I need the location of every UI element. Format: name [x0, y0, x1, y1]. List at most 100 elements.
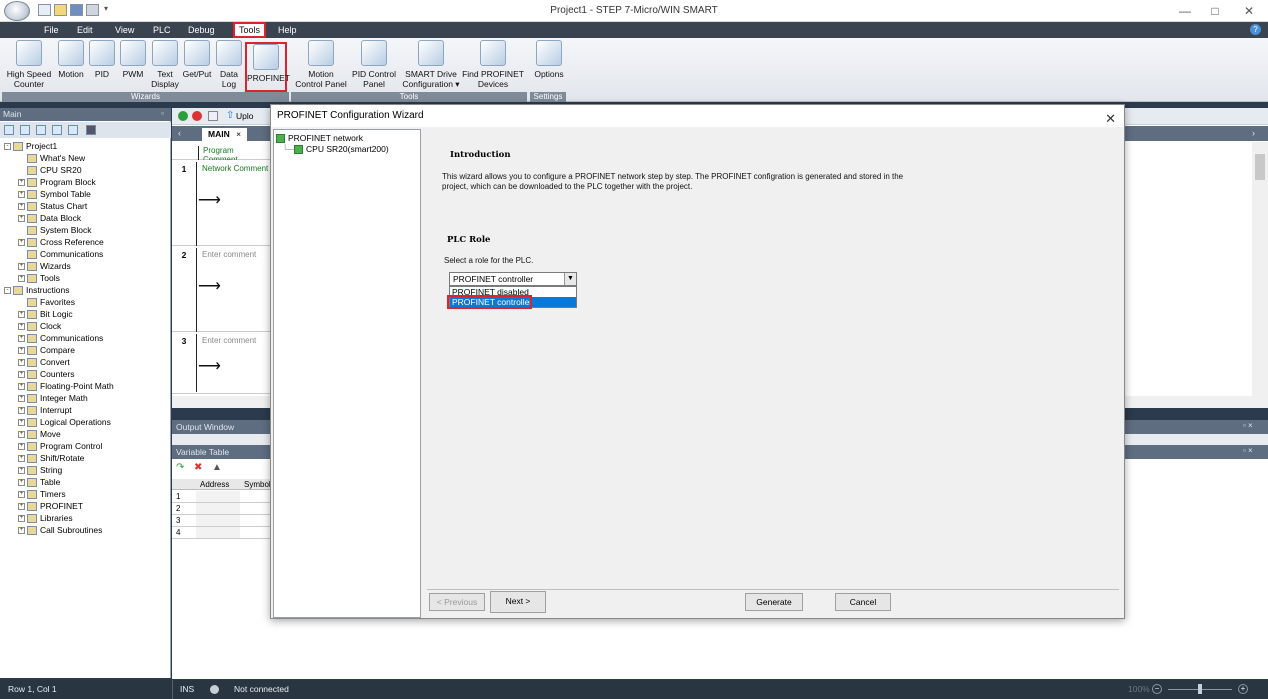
expander-icon[interactable]: + [18, 191, 25, 199]
tree-item[interactable]: + Compare [0, 344, 75, 356]
smart-drive-configuration-button[interactable]: SMART Drive Configuration ▾ [402, 40, 460, 89]
tab-scroll-left-icon[interactable]: ‹ [178, 128, 181, 138]
tree-tool-icon[interactable] [52, 125, 62, 135]
tree-item[interactable]: + Communications [0, 332, 103, 344]
network-comment[interactable]: Network Comment [202, 164, 268, 173]
generate-button[interactable]: Generate [745, 593, 803, 611]
tree-item[interactable]: + Bit Logic [0, 308, 73, 320]
expander-icon[interactable]: + [18, 503, 25, 511]
tree-item[interactable]: + PROFINET [0, 500, 83, 512]
tree-item[interactable]: Communications [0, 248, 103, 260]
pid-button[interactable]: PID [88, 40, 116, 80]
dropdown-arrow-icon[interactable]: ▼ [564, 273, 576, 285]
plc-role-select[interactable]: PROFINET controller ▼ [449, 272, 577, 286]
menu-view[interactable]: View [111, 24, 138, 36]
menu-tools[interactable]: Tools [233, 22, 267, 38]
tree-item[interactable]: Favorites [0, 296, 75, 308]
next-button[interactable]: Next > [490, 591, 546, 613]
cancel-button[interactable]: Cancel [835, 593, 891, 611]
expander-icon[interactable]: + [18, 275, 25, 283]
table-row[interactable]: 3 [172, 515, 272, 527]
expander-icon[interactable]: - [4, 287, 11, 295]
computer-icon[interactable] [86, 125, 96, 135]
menu-edit[interactable]: Edit [73, 24, 97, 36]
expander-icon[interactable]: + [18, 527, 25, 535]
scrollbar-thumb[interactable] [1255, 154, 1265, 180]
network-1[interactable]: 1 Network Comment ⟶ [172, 160, 270, 246]
pin-icon[interactable]: ▫ [161, 109, 164, 118]
output-window-controls-icon[interactable]: ▫ × [1243, 421, 1253, 430]
pwm-button[interactable]: PWM [118, 40, 148, 80]
menu-debug[interactable]: Debug [184, 24, 219, 36]
options-button[interactable]: Options [532, 40, 566, 80]
tree-item[interactable]: - Project1 [0, 140, 57, 152]
table-cell[interactable] [196, 503, 240, 514]
table-cell[interactable] [196, 515, 240, 526]
find-profinet-devices-button[interactable]: Find PROFINET Devices [462, 40, 524, 89]
dialog-close-icon[interactable]: ✕ [1105, 108, 1116, 130]
expander-icon[interactable]: + [18, 443, 25, 451]
zoom-slider-thumb[interactable] [1198, 684, 1202, 694]
table-row[interactable]: 4 [172, 527, 272, 539]
expander-icon[interactable]: + [18, 491, 25, 499]
tab-main[interactable]: MAIN × [202, 128, 248, 141]
network-2[interactable]: 2 Enter comment ⟶ [172, 246, 270, 332]
expander-icon[interactable]: + [18, 203, 25, 211]
expander-icon[interactable]: + [18, 215, 25, 223]
tree-item[interactable]: + Data Block [0, 212, 81, 224]
tree-item[interactable]: + Timers [0, 488, 66, 500]
expander-icon[interactable]: + [18, 335, 25, 343]
tree-item[interactable]: + Shift/Rotate [0, 452, 84, 464]
expander-icon[interactable]: + [18, 455, 25, 463]
tree-item[interactable]: + Tools [0, 272, 60, 284]
compile-icon[interactable] [208, 111, 218, 121]
text-display-button[interactable]: Text Display [150, 40, 180, 89]
menu-plc[interactable]: PLC [149, 24, 175, 36]
tree-item[interactable]: + Table [0, 476, 60, 488]
tree-tool-icon[interactable] [36, 125, 46, 135]
minimize-icon[interactable]: — [1170, 2, 1200, 20]
tree-item[interactable]: + Call Subroutines [0, 524, 102, 536]
tree-item[interactable]: + Clock [0, 320, 61, 332]
network-comment[interactable]: Enter comment [202, 250, 256, 259]
zoom-in-icon[interactable]: + [1238, 684, 1248, 694]
expander-icon[interactable]: + [18, 467, 25, 475]
tree-item[interactable]: + Cross Reference [0, 236, 104, 248]
expander-icon[interactable]: + [18, 395, 25, 403]
zoom-out-icon[interactable]: − [1152, 684, 1162, 694]
table-tool-icon[interactable]: ▲ [212, 462, 222, 473]
help-icon[interactable]: ? [1250, 24, 1261, 35]
network-3[interactable]: 3 Enter comment ⟶ [172, 332, 270, 394]
expander-icon[interactable]: + [18, 383, 25, 391]
tree-item[interactable]: + Status Chart [0, 200, 87, 212]
expander-icon[interactable]: + [18, 263, 25, 271]
tree-item-cpu[interactable]: └─ CPU SR20(smart200) [282, 144, 389, 155]
table-row[interactable]: 2 [172, 503, 272, 515]
close-icon[interactable]: ✕ [1234, 2, 1264, 20]
motion-button[interactable]: Motion [55, 40, 87, 80]
tree-item[interactable]: CPU SR20 [0, 164, 82, 176]
tree-tool-icon[interactable] [68, 125, 78, 135]
tab-scroll-right-icon[interactable]: › [1252, 128, 1255, 138]
tree-item[interactable]: + Symbol Table [0, 188, 91, 200]
expander-icon[interactable]: + [18, 323, 25, 331]
tree-item[interactable]: + String [0, 464, 62, 476]
tree-item[interactable]: + Interrupt [0, 404, 72, 416]
network-comment[interactable]: Enter comment [202, 336, 256, 345]
expander-icon[interactable]: + [18, 419, 25, 427]
expander-icon[interactable]: + [18, 515, 25, 523]
tree-item[interactable]: + Floating-Point Math [0, 380, 114, 392]
maximize-icon[interactable]: □ [1200, 2, 1230, 20]
vertical-scrollbar[interactable] [1252, 142, 1268, 396]
tab-close-icon[interactable]: × [236, 129, 241, 139]
tree-item[interactable]: + Wizards [0, 260, 71, 272]
tree-tool-icon[interactable] [20, 125, 30, 135]
table-cell[interactable] [196, 491, 240, 502]
table-row[interactable]: 1 [172, 491, 272, 503]
tree-item[interactable]: + Convert [0, 356, 70, 368]
tree-item[interactable]: + Counters [0, 368, 75, 380]
high-speed-counter-button[interactable]: High Speed Counter [4, 40, 54, 89]
expander-icon[interactable]: + [18, 347, 25, 355]
expander-icon[interactable]: + [18, 431, 25, 439]
data-log-button[interactable]: Data Log [215, 40, 243, 89]
